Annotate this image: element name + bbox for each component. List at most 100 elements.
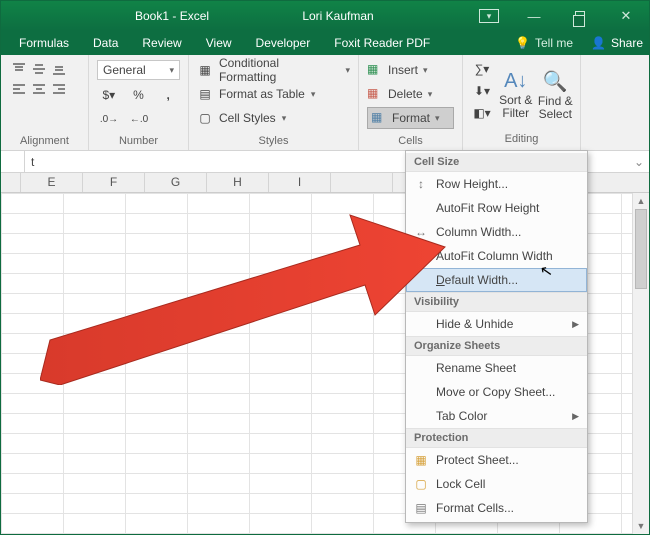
number-format-value: General	[103, 63, 146, 77]
minimize-button[interactable]: —	[519, 10, 549, 22]
title-bar: Book1 - Excel Lori Kaufman ▾ — ✕	[1, 1, 649, 31]
ribbon-tabstrip: Formulas Data Review View Developer Foxi…	[1, 31, 649, 55]
tab-data[interactable]: Data	[81, 31, 130, 55]
cond-format-icon: ▦	[197, 62, 213, 78]
col-header[interactable]: E	[21, 173, 83, 192]
tab-developer[interactable]: Developer	[244, 31, 323, 55]
align-top-icon[interactable]	[9, 59, 29, 79]
menu-tab-color[interactable]: Tab Color▶	[406, 404, 587, 428]
formula-expand-icon[interactable]: ⌄	[629, 155, 649, 169]
group-number: General ▾ $▾ % , .0→ ←.0 Number	[89, 55, 189, 150]
tab-formulas[interactable]: Formulas	[7, 31, 81, 55]
align-left-icon[interactable]	[9, 79, 29, 99]
close-button[interactable]: ✕	[611, 10, 641, 22]
submenu-arrow-icon: ▶	[572, 411, 579, 422]
col-header[interactable]: I	[269, 173, 331, 192]
menu-section-visibility: Visibility	[406, 292, 587, 312]
menu-default-width[interactable]: Default Width...	[406, 268, 587, 292]
align-right-icon[interactable]	[49, 79, 69, 99]
align-center-icon[interactable]	[29, 79, 49, 99]
sort-filter-icon: A↓	[504, 70, 527, 93]
menu-label: Hide & Unhide	[436, 317, 513, 331]
table-icon: ▤	[197, 86, 213, 102]
menu-label: Row Height...	[436, 177, 508, 191]
sort-filter-label: Sort & Filter	[497, 94, 535, 120]
menu-label: AutoFit Column Width	[436, 249, 553, 263]
sort-filter-button[interactable]: A↓ Sort & Filter	[497, 59, 535, 131]
menu-move-copy[interactable]: Move or Copy Sheet...	[406, 380, 587, 404]
group-cells: ▦Insert▾ ▦Delete▾ ▦Format▾ Cells	[359, 55, 463, 150]
vertical-scrollbar[interactable]: ▲ ▼	[632, 193, 649, 534]
cell-styles-button[interactable]: ▢Cell Styles▾	[197, 107, 350, 129]
format-label: Format	[392, 111, 430, 125]
find-select-label: Find & Select	[537, 95, 575, 121]
clear-icon[interactable]: ◧▾	[469, 103, 495, 123]
format-cells-icon: ▤	[412, 499, 430, 517]
tell-me[interactable]: 💡Tell me	[515, 31, 573, 55]
col-header[interactable]	[331, 173, 393, 192]
submenu-arrow-icon: ▶	[572, 319, 579, 330]
col-header[interactable]: G	[145, 173, 207, 192]
restore-button[interactable]	[565, 10, 595, 22]
col-header[interactable]: F	[83, 173, 145, 192]
fill-icon[interactable]: ⬇▾	[469, 81, 495, 101]
group-label-number: Number	[97, 135, 180, 148]
autosum-icon[interactable]: ∑▾	[469, 59, 495, 79]
ribbon-options-icon[interactable]: ▾	[479, 9, 499, 23]
conditional-formatting-button[interactable]: ▦Conditional Formatting▾	[197, 59, 350, 81]
menu-hide-unhide[interactable]: Hide & Unhide ▶	[406, 312, 587, 336]
tab-foxit[interactable]: Foxit Reader PDF	[322, 31, 442, 55]
protect-icon: ▦	[412, 451, 430, 469]
scroll-up-icon[interactable]: ▲	[633, 193, 649, 209]
cell-styles-icon: ▢	[197, 110, 213, 126]
number-format-select[interactable]: General ▾	[97, 60, 180, 80]
menu-format-cells[interactable]: ▤Format Cells...	[406, 496, 587, 520]
decrease-decimal-icon[interactable]: ←.0	[127, 109, 151, 129]
ribbon: Alignment General▾ $▾ % , .0→ ←.0 Number	[1, 55, 649, 151]
format-as-table-button[interactable]: ▤Format as Table▾	[197, 83, 350, 105]
scroll-down-icon[interactable]: ▼	[633, 518, 649, 534]
row-height-icon: ↕	[412, 175, 430, 193]
delete-icon: ▦	[367, 86, 383, 102]
menu-autofit-row[interactable]: AutoFit Row Height	[406, 196, 587, 220]
col-width-icon: ↔	[412, 223, 430, 241]
group-styles: ▦Conditional Formatting▾ ▤ Format as Tabl…	[189, 55, 359, 150]
chevron-down-icon: ▾	[169, 65, 174, 76]
menu-column-width[interactable]: ↔Column Width...	[406, 220, 587, 244]
insert-button[interactable]: ▦Insert▾	[367, 59, 454, 81]
window-user: Lori Kaufman	[209, 9, 467, 23]
share-icon: 👤	[591, 36, 606, 50]
bulb-icon: 💡	[515, 36, 530, 50]
format-menu: Cell Size ↕ Row Height... AutoFit Row Hei…	[405, 150, 588, 523]
menu-label: Lock Cell	[436, 477, 485, 491]
group-label-styles: Styles	[197, 135, 350, 148]
delete-button[interactable]: ▦Delete▾	[367, 83, 454, 105]
table-label: Format as Table	[219, 87, 305, 101]
formula-value[interactable]: t	[25, 155, 40, 169]
menu-label: Protect Sheet...	[436, 453, 519, 467]
percent-icon[interactable]: %	[127, 85, 151, 105]
share-button[interactable]: 👤Share	[591, 31, 643, 55]
menu-protect-sheet[interactable]: ▦ Protect Sheet...	[406, 448, 587, 472]
align-bottom-icon[interactable]	[49, 59, 69, 79]
menu-rename-sheet[interactable]: Rename Sheet	[406, 356, 587, 380]
menu-lock-cell[interactable]: ▢Lock Cell	[406, 472, 587, 496]
menu-section-organize: Organize Sheets	[406, 336, 587, 356]
menu-section-cell-size: Cell Size	[406, 153, 587, 172]
find-icon: 🔍	[543, 69, 568, 94]
insert-label: Insert	[388, 63, 418, 77]
tab-view[interactable]: View	[194, 31, 244, 55]
menu-label: Rename Sheet	[436, 361, 516, 375]
increase-decimal-icon[interactable]: .0→	[97, 109, 121, 129]
menu-row-height[interactable]: ↕ Row Height...	[406, 172, 587, 196]
find-select-button[interactable]: 🔍 Find & Select	[537, 59, 575, 131]
col-header[interactable]: H	[207, 173, 269, 192]
align-middle-icon[interactable]	[29, 59, 49, 79]
tab-review[interactable]: Review	[130, 31, 193, 55]
scroll-thumb[interactable]	[635, 209, 647, 289]
menu-label: Move or Copy Sheet...	[436, 385, 555, 399]
menu-autofit-column[interactable]: AutoFit Column Width	[406, 244, 587, 268]
comma-icon[interactable]: ,	[156, 85, 180, 105]
format-button[interactable]: ▦Format▾	[367, 107, 454, 129]
currency-icon[interactable]: $▾	[97, 85, 121, 105]
